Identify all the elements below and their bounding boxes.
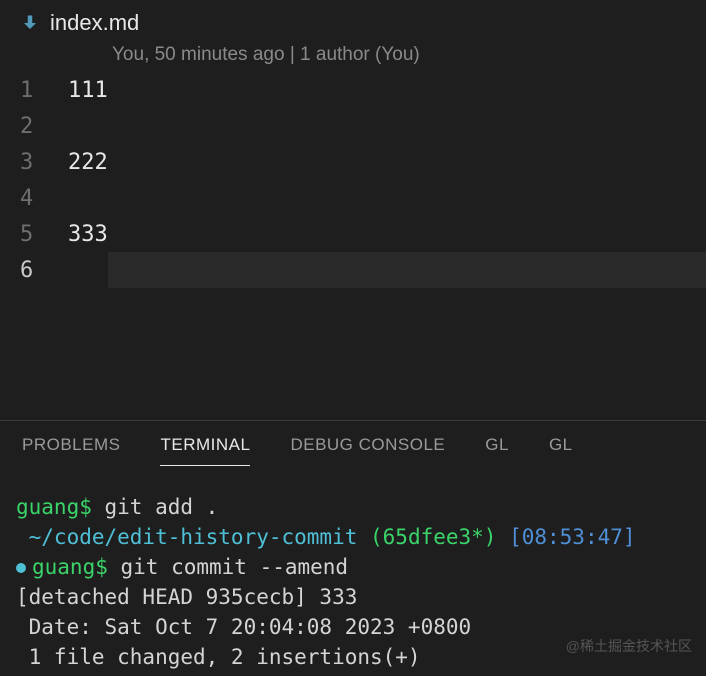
editor-line[interactable]: 1 111 (20, 72, 706, 108)
line-content[interactable]: 111 (68, 78, 706, 103)
editor-line[interactable]: 5 333 (20, 216, 706, 252)
line-number: 4 (20, 186, 68, 211)
prompt-indicator-icon (16, 563, 26, 573)
editor-line[interactable]: 4 (20, 180, 706, 216)
tab-debug-console[interactable]: DEBUG CONSOLE (290, 435, 445, 466)
tab-terminal[interactable]: TERMINAL (160, 435, 250, 466)
line-content[interactable]: 222 (68, 150, 706, 175)
panel-tab-bar: PROBLEMS TERMINAL DEBUG CONSOLE GL GL (0, 421, 706, 466)
tab-problems[interactable]: PROBLEMS (22, 435, 120, 466)
line-number: 6 (20, 258, 68, 283)
line-number: 2 (20, 114, 68, 139)
codelens-blame[interactable]: You, 50 minutes ago | 1 author (You) (0, 40, 706, 72)
terminal-line: guang$ git add . (16, 492, 690, 522)
terminal-line: ~/code/edit-history-commit (65dfee3*) [0… (16, 522, 690, 552)
terminal-command: git commit --amend (108, 555, 348, 579)
line-number: 3 (20, 150, 68, 175)
terminal-cwd: ~/code/edit-history-commit (16, 525, 357, 549)
terminal-branch: (65dfee3*) (357, 525, 496, 549)
terminal-prompt: guang$ (16, 495, 92, 519)
editor-line[interactable]: 2 (20, 108, 706, 144)
editor-line-active[interactable]: 6 (20, 252, 706, 288)
terminal-line: [detached HEAD 935cecb] 333 (16, 582, 690, 612)
tab-gl[interactable]: GL (485, 435, 509, 466)
code-editor[interactable]: 1 111 2 3 222 4 5 333 6 (0, 72, 706, 288)
terminal-time: [08:53:47] (496, 525, 635, 549)
terminal-prompt: guang$ (32, 555, 108, 579)
watermark-text: @稀土掘金技术社区 (566, 636, 692, 656)
markdown-file-icon (20, 13, 40, 33)
editor-line[interactable]: 3 222 (20, 144, 706, 180)
tab-filename[interactable]: index.md (50, 10, 139, 36)
line-content[interactable]: 333 (68, 222, 706, 247)
line-number: 1 (20, 78, 68, 103)
terminal-line: guang$ git commit --amend (16, 552, 690, 582)
tab-gl[interactable]: GL (549, 435, 573, 466)
editor-tab-bar: index.md (0, 0, 706, 40)
line-number: 5 (20, 222, 68, 247)
terminal-command: git add . (92, 495, 218, 519)
